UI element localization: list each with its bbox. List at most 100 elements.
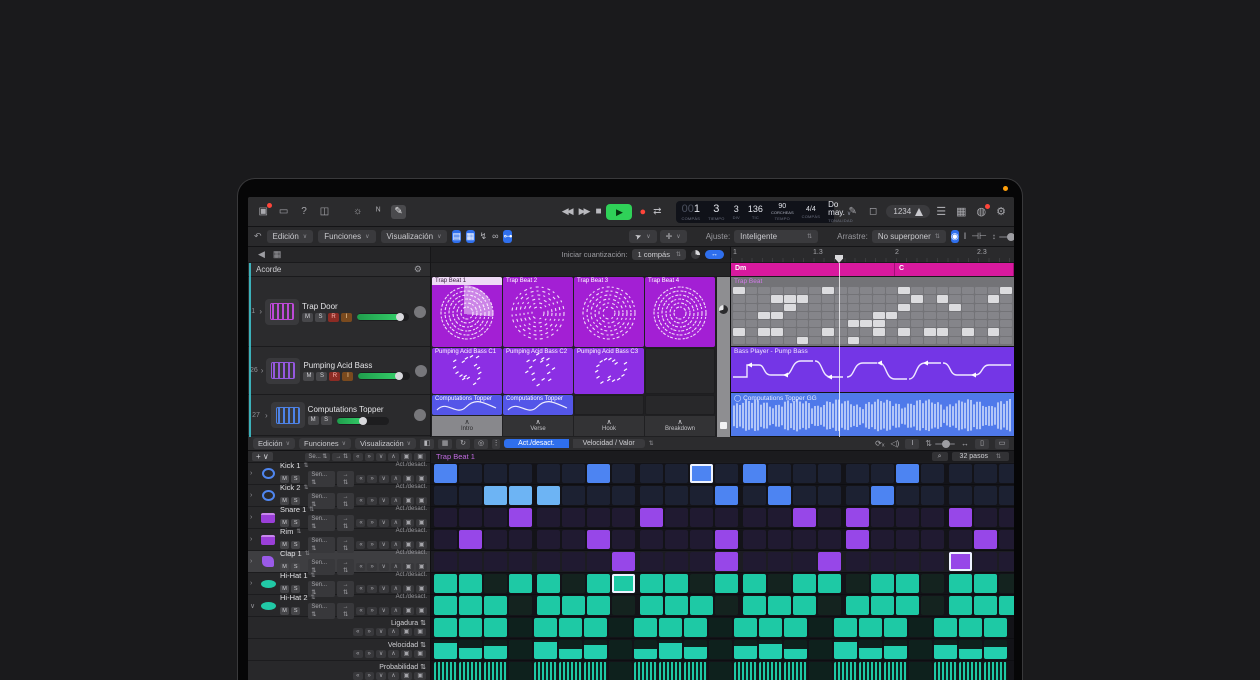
playhead-line[interactable] <box>839 263 840 437</box>
step-cell[interactable] <box>768 552 791 571</box>
lane-cell[interactable] <box>809 618 832 637</box>
lane-cell[interactable] <box>609 618 632 637</box>
step-cell[interactable] <box>537 574 560 593</box>
notifications-bell-icon[interactable]: ◍ <box>977 205 987 219</box>
step-cell[interactable] <box>434 464 457 483</box>
step-cell[interactable] <box>921 530 944 549</box>
lane-cell[interactable] <box>559 640 582 659</box>
step-cell[interactable] <box>896 508 919 527</box>
step-cell[interactable] <box>459 464 482 483</box>
track-r-button[interactable]: R <box>329 372 340 381</box>
step-cell[interactable] <box>612 574 635 593</box>
lane-cell[interactable] <box>759 618 782 637</box>
inspector-icon[interactable]: ◫ <box>317 205 331 219</box>
step-cell[interactable] <box>665 596 688 615</box>
lane-cell[interactable] <box>834 662 857 680</box>
step-cell[interactable] <box>896 464 919 483</box>
step-cell[interactable] <box>484 508 507 527</box>
tuner-icon[interactable]: ✎ <box>846 205 860 219</box>
row-rotate-left-button[interactable]: « <box>356 607 365 615</box>
loop-cell[interactable]: Trap Beat 3 <box>574 277 644 347</box>
row-decrement-button[interactable]: ∨ <box>379 607 389 615</box>
row-disclosure-icon[interactable]: ∨ <box>250 602 256 610</box>
stop-button[interactable]: ■ <box>595 206 599 217</box>
step-cell[interactable] <box>846 574 869 593</box>
region-bass-player[interactable]: Bass Player - Pump Bass <box>731 347 1014 393</box>
midi-in-icon[interactable]: ⟳ₓ <box>875 439 884 448</box>
lane-cell[interactable] <box>884 640 907 659</box>
step-cell[interactable] <box>768 596 791 615</box>
lane-cell[interactable] <box>434 662 457 680</box>
row-mute-button[interactable]: M <box>280 585 289 593</box>
lane-cell[interactable] <box>759 640 782 659</box>
master-display-icon[interactable]: ◻ <box>866 205 880 219</box>
lane-cell[interactable] <box>784 662 807 680</box>
header-decrement-button[interactable]: ∨ <box>376 453 386 461</box>
step-cell[interactable] <box>793 464 816 483</box>
lane-cell[interactable] <box>659 618 682 637</box>
step-cell[interactable] <box>921 508 944 527</box>
step-cell[interactable] <box>459 508 482 527</box>
step-cell[interactable] <box>612 552 635 571</box>
row-copy-button[interactable]: ▣ <box>403 607 414 615</box>
lane-control-3[interactable]: ∧ <box>388 672 398 680</box>
step-cell[interactable] <box>690 596 713 615</box>
row-clear-button[interactable]: ▣ <box>416 585 427 593</box>
loop-cell[interactable]: Pumping Acid Bass C2 <box>503 348 573 394</box>
row-copy-button[interactable]: ▣ <box>403 497 414 505</box>
track-header[interactable]: 26›Pumping Acid BassMSRI <box>248 347 430 395</box>
step-cell[interactable] <box>846 464 869 483</box>
scene-trigger-verse[interactable]: ∧Verse <box>503 416 573 436</box>
row-rotate-left-button[interactable]: « <box>356 497 365 505</box>
step-cell[interactable] <box>537 596 560 615</box>
editor-menu-edicion[interactable]: Edición∨ <box>253 438 295 449</box>
step-cell[interactable] <box>768 464 791 483</box>
lane-cell[interactable] <box>734 662 757 680</box>
step-cell[interactable] <box>743 574 766 593</box>
lane-cell[interactable] <box>459 640 482 659</box>
step-cell[interactable] <box>459 552 482 571</box>
rewind-button[interactable]: ◀◀ <box>562 206 572 217</box>
lane-cell[interactable] <box>884 618 907 637</box>
panel-wide-icon[interactable]: ▭ <box>995 439 1009 449</box>
row-increment-button[interactable]: ∧ <box>391 607 401 615</box>
step-cell[interactable] <box>818 552 841 571</box>
lane-cell[interactable] <box>734 640 757 659</box>
editor-hzoom-icon[interactable]: ↔ <box>961 439 969 448</box>
step-cell[interactable] <box>743 508 766 527</box>
step-cell[interactable] <box>587 596 610 615</box>
step-cell[interactable] <box>896 596 919 615</box>
liveloops-view-toggle[interactable]: ▤ <box>452 230 461 243</box>
step-cell[interactable] <box>509 508 532 527</box>
row-clear-button[interactable]: ▣ <box>416 475 427 483</box>
step-cell[interactable] <box>818 486 841 505</box>
row-stepper-icon[interactable]: ⇅ <box>311 572 316 579</box>
step-cell[interactable] <box>509 464 532 483</box>
pattern-browser-icon[interactable]: ◧ <box>420 439 434 449</box>
chord-marker[interactable]: Dm <box>731 263 895 276</box>
step-cell[interactable] <box>768 574 791 593</box>
row-copy-button[interactable]: ▣ <box>403 585 414 593</box>
grid-link-button[interactable]: ↔ <box>705 250 724 259</box>
edit-mode-stepper[interactable]: ⇅ <box>649 440 654 447</box>
lane-cell[interactable] <box>934 640 957 659</box>
row-stepper-icon[interactable]: ⇅ <box>303 462 308 469</box>
lane-control-3[interactable]: ∧ <box>388 628 398 636</box>
row-stepper-icon[interactable]: ⇅ <box>296 528 301 535</box>
lane-control-2[interactable]: ∨ <box>376 650 386 658</box>
lane-control-1[interactable]: » <box>365 672 374 680</box>
step-cell[interactable] <box>562 596 585 615</box>
row-rotate-left-button[interactable]: « <box>356 541 365 549</box>
lane-cell[interactable] <box>959 640 982 659</box>
step-cell[interactable] <box>793 552 816 571</box>
row-decrement-button[interactable]: ∨ <box>379 497 389 505</box>
step-cell[interactable] <box>434 574 457 593</box>
volume-slider[interactable] <box>357 313 409 321</box>
lane-cell[interactable] <box>984 618 1007 637</box>
step-cell[interactable] <box>974 530 997 549</box>
step-cell[interactable] <box>999 596 1014 615</box>
row-rotate-left-button[interactable]: « <box>356 563 365 571</box>
step-cell[interactable] <box>434 508 457 527</box>
lane-control-1[interactable]: » <box>365 628 374 636</box>
volume-slider[interactable] <box>337 417 389 425</box>
